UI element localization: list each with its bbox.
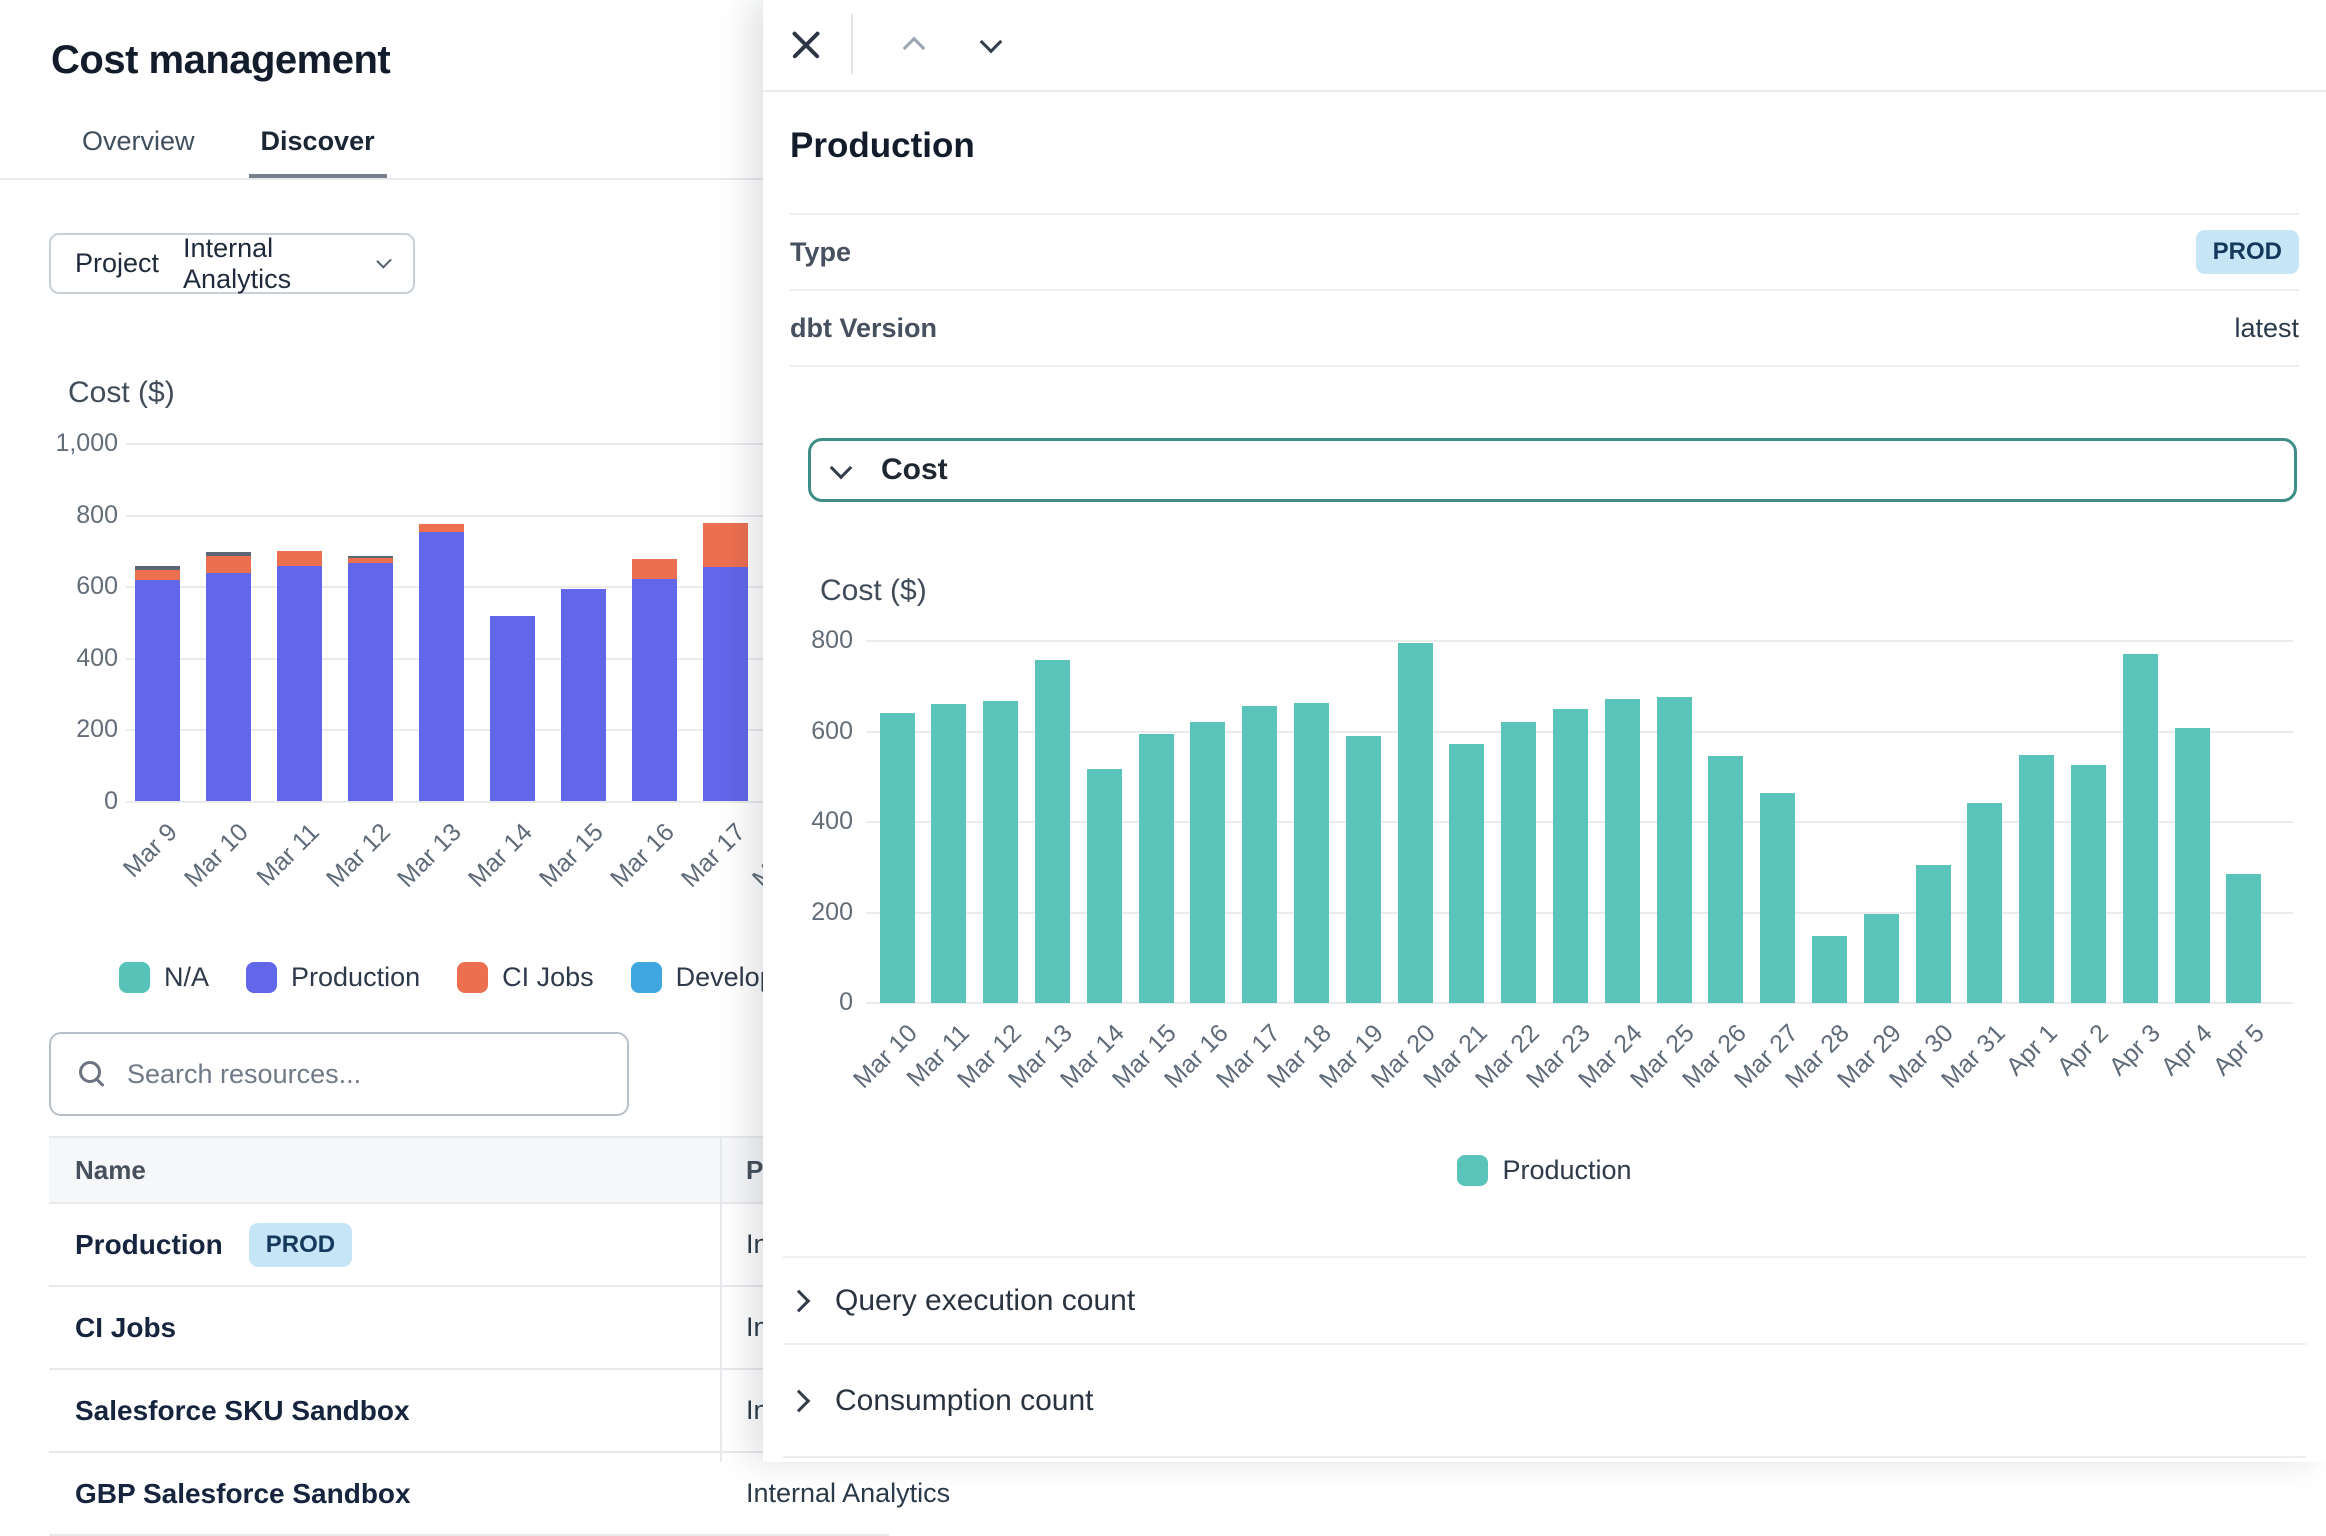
search-box bbox=[49, 1032, 629, 1116]
bar-mar-14[interactable] bbox=[1087, 769, 1122, 1003]
gridline bbox=[866, 640, 2293, 642]
chevron-right-icon bbox=[788, 1389, 811, 1412]
bar-mar-12[interactable] bbox=[348, 558, 393, 563]
y-axis-tick: 0 bbox=[743, 988, 853, 1017]
legend-item-production: Production bbox=[1457, 1155, 1631, 1186]
bar-mar-13[interactable] bbox=[1035, 660, 1070, 1003]
bar-mar-25[interactable] bbox=[1657, 697, 1692, 1003]
bar-apr-1[interactable] bbox=[2019, 755, 2054, 1003]
bar-apr-5[interactable] bbox=[2226, 874, 2261, 1003]
bar-mar-10[interactable] bbox=[206, 556, 251, 573]
legend-item-n-a: N/A bbox=[119, 962, 209, 993]
y-axis-tick: 200 bbox=[8, 715, 118, 744]
bar-mar-10[interactable] bbox=[880, 713, 915, 1003]
bar-mar-18[interactable] bbox=[1294, 703, 1329, 1003]
bar-mar-13[interactable] bbox=[419, 524, 464, 531]
bar-mar-15[interactable] bbox=[561, 589, 606, 802]
resource-name: GBP Salesforce Sandbox bbox=[75, 1478, 411, 1510]
resource-name: CI Jobs bbox=[75, 1312, 176, 1344]
bar-mar-19[interactable] bbox=[1346, 736, 1381, 1003]
table-column-divider bbox=[720, 1136, 722, 1462]
resource-name: Production bbox=[75, 1229, 223, 1261]
section-label: Consumption count bbox=[835, 1384, 1094, 1418]
prod-badge: PROD bbox=[249, 1223, 352, 1267]
y-axis-tick: 800 bbox=[8, 501, 118, 530]
legend-label: CI Jobs bbox=[502, 962, 594, 993]
y-axis-tick: 1,000 bbox=[8, 429, 118, 458]
y-axis-tick: 0 bbox=[8, 787, 118, 816]
y-axis-tick: 600 bbox=[743, 717, 853, 746]
bar-mar-16[interactable] bbox=[632, 559, 677, 579]
bar-mar-16[interactable] bbox=[632, 579, 677, 801]
table-header-name: Name bbox=[75, 1155, 146, 1186]
legend-swatch-ci-jobs bbox=[457, 962, 488, 993]
legend-swatch-production bbox=[246, 962, 277, 993]
bar-mar-26[interactable] bbox=[1708, 756, 1743, 1003]
bar-mar-9[interactable] bbox=[135, 580, 180, 802]
bar-mar-12[interactable] bbox=[983, 701, 1018, 1003]
bar-apr-3[interactable] bbox=[2123, 654, 2158, 1003]
legend-swatch-production bbox=[1457, 1155, 1488, 1186]
bar-mar-11[interactable] bbox=[277, 551, 322, 565]
legend-item-ci-jobs: CI Jobs bbox=[457, 962, 594, 993]
chevron-right-icon bbox=[788, 1289, 811, 1312]
bar-mar-28[interactable] bbox=[1812, 936, 1847, 1003]
search-input[interactable] bbox=[125, 1058, 627, 1091]
panel-cost-chart: 0200400600800Mar 10Mar 11Mar 12Mar 13Mar… bbox=[763, 0, 2326, 1140]
bar-mar-12[interactable] bbox=[348, 563, 393, 801]
bar-mar-17[interactable] bbox=[703, 523, 748, 567]
y-axis-tick: 800 bbox=[743, 626, 853, 655]
legend-label: Production bbox=[1502, 1155, 1631, 1186]
gridline bbox=[126, 515, 871, 517]
legend-swatch-development bbox=[631, 962, 662, 993]
y-axis-tick: 600 bbox=[8, 572, 118, 601]
table-row-gbp-salesforce-sandbox[interactable]: GBP Salesforce SandboxInternal Analytics bbox=[49, 1453, 889, 1536]
bar-mar-23[interactable] bbox=[1553, 709, 1588, 1003]
bar-mar-24[interactable] bbox=[1605, 699, 1640, 1003]
bar-mar-31[interactable] bbox=[1967, 803, 2002, 1003]
bar-mar-27[interactable] bbox=[1760, 793, 1795, 1003]
legend-label: Production bbox=[291, 962, 420, 993]
bar-mar-10[interactable] bbox=[206, 552, 251, 555]
bar-mar-17[interactable] bbox=[1242, 706, 1277, 1003]
bar-mar-9[interactable] bbox=[135, 570, 180, 580]
bar-mar-14[interactable] bbox=[490, 616, 535, 801]
resource-name: Salesforce SKU Sandbox bbox=[75, 1395, 410, 1427]
bar-apr-2[interactable] bbox=[2071, 765, 2106, 1003]
legend-item-production: Production bbox=[246, 962, 420, 993]
bar-mar-15[interactable] bbox=[1139, 734, 1174, 1003]
bar-mar-16[interactable] bbox=[1190, 722, 1225, 1003]
bar-mar-13[interactable] bbox=[419, 532, 464, 802]
bar-mar-29[interactable] bbox=[1864, 914, 1899, 1003]
legend-label: N/A bbox=[164, 962, 209, 993]
bar-mar-17[interactable] bbox=[703, 567, 748, 801]
bar-mar-12[interactable] bbox=[348, 556, 393, 559]
left-chart-legend: N/AProductionCI JobsDevelopment bbox=[119, 962, 835, 993]
bar-mar-11[interactable] bbox=[931, 704, 966, 1003]
section-query-execution-count[interactable]: Query execution count bbox=[783, 1256, 2306, 1345]
bar-mar-20[interactable] bbox=[1398, 643, 1433, 1003]
bar-apr-4[interactable] bbox=[2175, 728, 2210, 1003]
section-consumption-count[interactable]: Consumption count bbox=[783, 1345, 2306, 1458]
y-axis-tick: 400 bbox=[743, 807, 853, 836]
section-label: Query execution count bbox=[835, 1284, 1135, 1318]
gridline bbox=[126, 443, 871, 445]
bar-mar-10[interactable] bbox=[206, 573, 251, 802]
search-icon bbox=[79, 1061, 105, 1087]
y-axis-tick: 400 bbox=[8, 644, 118, 673]
panel-chart-legend: Production bbox=[763, 1150, 2326, 1190]
resource-project: Internal Analytics bbox=[746, 1478, 950, 1509]
bar-mar-21[interactable] bbox=[1449, 744, 1484, 1003]
bar-mar-30[interactable] bbox=[1916, 865, 1951, 1003]
bar-mar-22[interactable] bbox=[1501, 722, 1536, 1003]
legend-swatch-n-a bbox=[119, 962, 150, 993]
bar-mar-9[interactable] bbox=[135, 566, 180, 570]
bar-mar-11[interactable] bbox=[277, 566, 322, 802]
resource-detail-panel: Production TypePRODdbt Versionlatest Cos… bbox=[763, 0, 2326, 1462]
y-axis-tick: 200 bbox=[743, 898, 853, 927]
